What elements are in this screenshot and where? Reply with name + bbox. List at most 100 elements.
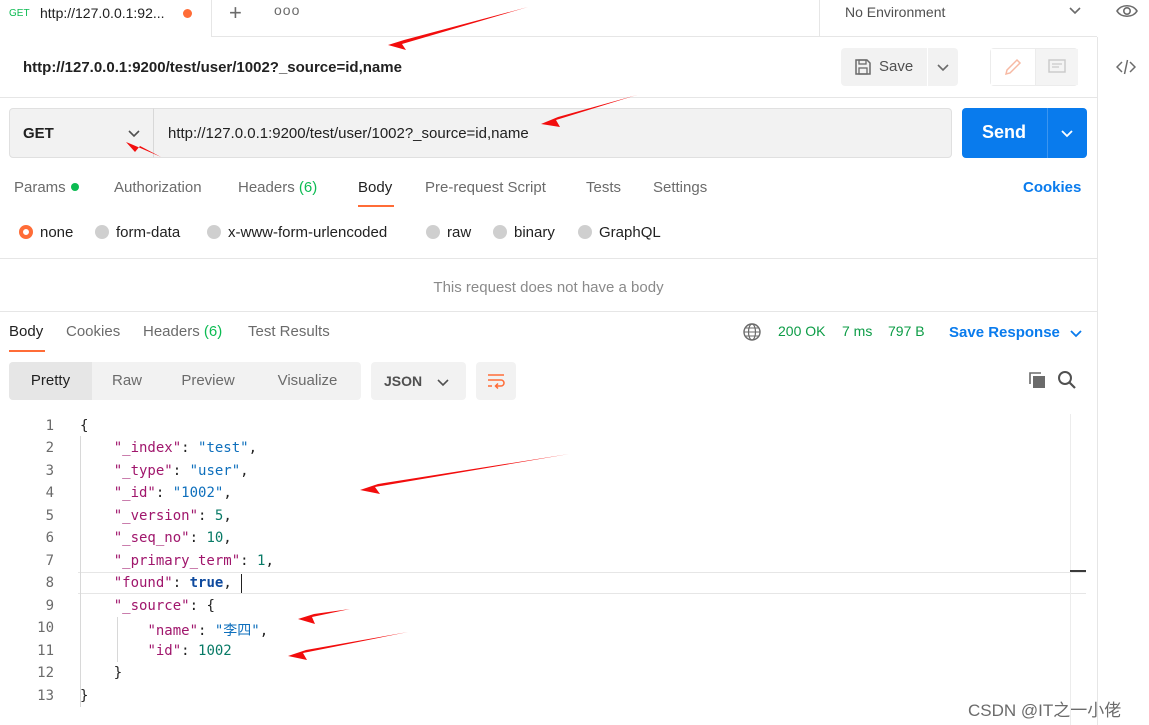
radio-selected-icon bbox=[19, 225, 33, 239]
json-key: "_seq_no" bbox=[113, 530, 190, 546]
code-line: } bbox=[80, 665, 122, 681]
radio-form-data-label: form-data bbox=[116, 224, 181, 241]
save-button[interactable]: Save bbox=[841, 48, 927, 86]
method-label: GET bbox=[23, 125, 54, 142]
json-value: "user" bbox=[189, 463, 241, 479]
json-value: "李四" bbox=[214, 623, 260, 639]
request-title[interactable]: http://127.0.0.1:9200/test/user/1002?_so… bbox=[23, 59, 402, 76]
radio-none[interactable]: none bbox=[19, 224, 73, 241]
line-number: 3 bbox=[45, 463, 54, 479]
no-body-message: This request does not have a body bbox=[433, 279, 664, 296]
json-key: "_version" bbox=[113, 508, 199, 524]
radio-urlencoded[interactable]: x-www-form-urlencoded bbox=[207, 224, 387, 241]
view-pretty[interactable]: Pretty bbox=[9, 362, 92, 400]
chevron-down-icon bbox=[128, 130, 140, 138]
edit-comment-toggle bbox=[990, 48, 1078, 86]
radio-icon bbox=[493, 225, 507, 239]
json-value: "1002" bbox=[172, 485, 224, 501]
radio-none-label: none bbox=[40, 224, 74, 241]
headers-count: (6) bbox=[298, 179, 318, 196]
search-icon[interactable] bbox=[1057, 370, 1077, 390]
status-code[interactable]: 200 OK bbox=[778, 323, 825, 339]
tab-body[interactable]: Body bbox=[358, 179, 392, 196]
save-icon bbox=[855, 59, 871, 75]
eye-icon[interactable] bbox=[1116, 2, 1138, 20]
json-key: "id" bbox=[147, 643, 182, 659]
view-mode-selector: Pretty Raw Preview Visualize bbox=[9, 362, 361, 400]
tab-title: http://127.0.0.1:92... bbox=[40, 5, 165, 21]
scrollbar-cursor-marker bbox=[1070, 570, 1086, 572]
send-dropdown-button[interactable] bbox=[1047, 108, 1087, 158]
request-tab[interactable]: GET http://127.0.0.1:92... bbox=[0, 0, 212, 37]
response-time[interactable]: 7 ms bbox=[842, 323, 872, 339]
url-input[interactable]: http://127.0.0.1:9200/test/user/1002?_so… bbox=[153, 108, 952, 158]
json-value: 1002 bbox=[198, 643, 232, 659]
json-brace: } bbox=[113, 665, 123, 681]
json-key: "_primary_term" bbox=[113, 553, 241, 569]
right-sidebar bbox=[1097, 37, 1149, 725]
tab-settings[interactable]: Settings bbox=[653, 179, 707, 196]
tab-bar: GET http://127.0.0.1:92... + ooo No Envi… bbox=[0, 0, 1097, 37]
json-key: "_source" bbox=[113, 598, 190, 614]
response-tab-test-results[interactable]: Test Results bbox=[248, 323, 330, 340]
tab-tests[interactable]: Tests bbox=[586, 179, 621, 196]
radio-graphql[interactable]: GraphQL bbox=[578, 224, 661, 241]
more-tabs-button[interactable]: ooo bbox=[274, 2, 300, 18]
globe-icon[interactable] bbox=[742, 322, 762, 342]
radio-raw-label: raw bbox=[447, 224, 472, 241]
json-brace: { bbox=[206, 598, 215, 614]
radio-binary-label: binary bbox=[514, 224, 555, 241]
view-preview[interactable]: Preview bbox=[162, 362, 254, 400]
line-number: 7 bbox=[45, 553, 54, 569]
line-number: 13 bbox=[37, 688, 54, 704]
chevron-down-icon bbox=[1069, 7, 1081, 15]
tab-params-label: Params bbox=[14, 179, 66, 196]
chevron-down-icon bbox=[1070, 330, 1082, 338]
json-key: "_index" bbox=[113, 440, 182, 456]
code-line: "_version": 5, bbox=[113, 508, 232, 524]
chevron-down-icon bbox=[437, 379, 449, 387]
cookies-link[interactable]: Cookies bbox=[1023, 179, 1081, 196]
code-line: "_primary_term": 1, bbox=[113, 553, 274, 569]
line-number: 8 bbox=[45, 575, 54, 591]
new-tab-button[interactable]: + bbox=[229, 0, 242, 26]
json-key: "name" bbox=[147, 623, 199, 639]
radio-icon bbox=[207, 225, 221, 239]
edit-button[interactable] bbox=[991, 49, 1034, 85]
json-key: "_id" bbox=[113, 485, 156, 501]
tab-headers[interactable]: Headers (6) bbox=[238, 179, 317, 196]
format-label: JSON bbox=[384, 373, 423, 389]
tab-prerequest-script[interactable]: Pre-request Script bbox=[425, 179, 546, 196]
tab-authorization[interactable]: Authorization bbox=[114, 179, 202, 196]
tab-params[interactable]: Params bbox=[14, 179, 79, 196]
radio-binary[interactable]: binary bbox=[493, 224, 555, 241]
wrap-lines-button[interactable] bbox=[476, 362, 516, 400]
copy-icon[interactable] bbox=[1027, 370, 1047, 390]
json-key: "found" bbox=[113, 575, 173, 591]
save-dropdown-button[interactable] bbox=[928, 48, 958, 86]
response-tab-cookies[interactable]: Cookies bbox=[66, 323, 120, 340]
view-visualize[interactable]: Visualize bbox=[254, 362, 361, 400]
json-value: 1 bbox=[257, 553, 266, 569]
method-select[interactable]: GET bbox=[9, 108, 154, 158]
line-number: 5 bbox=[45, 508, 54, 524]
divider bbox=[0, 258, 1097, 259]
radio-raw[interactable]: raw bbox=[426, 224, 471, 241]
response-body-viewer[interactable]: 1 2 3 4 5 6 7 8 9 10 11 12 13 { "_index"… bbox=[0, 414, 1086, 725]
send-button[interactable]: Send bbox=[962, 108, 1047, 158]
format-select[interactable]: JSON bbox=[371, 362, 466, 400]
radio-graphql-label: GraphQL bbox=[599, 224, 661, 241]
view-raw[interactable]: Raw bbox=[92, 362, 162, 400]
code-snippet-icon[interactable] bbox=[1116, 59, 1136, 75]
chevron-down-icon bbox=[1061, 130, 1073, 138]
response-tab-body[interactable]: Body bbox=[9, 323, 43, 340]
save-response-button[interactable]: Save Response bbox=[949, 324, 1082, 341]
environment-select[interactable]: No Environment bbox=[819, 0, 1097, 37]
comments-button[interactable] bbox=[1035, 49, 1078, 85]
line-number: 1 bbox=[45, 418, 54, 434]
response-tab-headers[interactable]: Headers (6) bbox=[143, 323, 222, 340]
radio-form-data[interactable]: form-data bbox=[95, 224, 180, 241]
response-size[interactable]: 797 B bbox=[888, 323, 925, 339]
divider bbox=[0, 311, 1097, 312]
save-label: Save bbox=[879, 58, 914, 75]
